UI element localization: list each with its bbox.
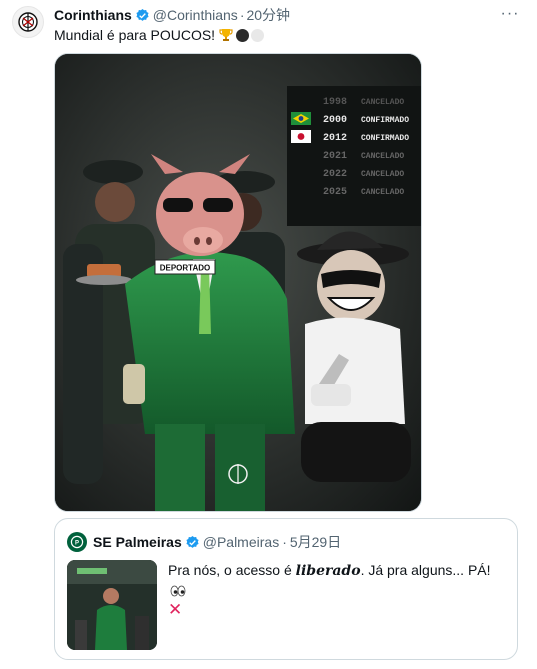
quoted-author-handle[interactable]: @Palmeiras [203,534,279,550]
svg-text:2025: 2025 [323,187,347,198]
svg-text:DEPORTADO: DEPORTADO [160,264,211,273]
tweet-header: Corinthians @Corinthians · 20分钟 [54,5,290,25]
quoted-text-after: . Já pra alguns... PÁ! [360,562,491,578]
tweet-media-image[interactable]: 1998 CANCELADO 2000 CONFIRMADO 2012 CONF… [54,53,422,512]
palmeiras-avatar[interactable]: P [67,532,87,552]
corinthians-crest-icon [18,12,38,32]
cross-mark-emoji-icon: ✕ [168,600,183,619]
svg-text:2012: 2012 [323,133,347,144]
svg-text:2022: 2022 [323,169,347,180]
svg-text:CANCELADO: CANCELADO [361,152,404,161]
quoted-tweet[interactable]: P SE Palmeiras @Palmeiras · 5月29日 Pra nó… [54,518,518,660]
eyes-emoji-icon [170,585,186,597]
author-handle[interactable]: @Corinthians [153,7,238,23]
svg-text:CANCELADO: CANCELADO [361,170,404,179]
svg-text:CONFIRMADO: CONFIRMADO [361,134,409,143]
svg-text:2000: 2000 [323,115,347,126]
quoted-author-name[interactable]: SE Palmeiras [93,534,182,550]
svg-text:CONFIRMADO: CONFIRMADO [361,116,409,125]
quoted-verified-badge-icon [185,535,200,550]
svg-text:2021: 2021 [323,151,347,162]
quoted-tweet-thumbnail[interactable] [67,560,157,650]
verified-badge-icon [135,8,150,23]
svg-text:1998: 1998 [323,97,347,108]
quoted-tweet-header: P SE Palmeiras @Palmeiras · 5月29日 [67,532,341,552]
white-circle-emoji-icon [251,28,265,42]
tweet-body: Mundial é para POUCOS! [54,27,216,43]
more-options-icon[interactable]: ··· [499,5,521,23]
quoted-text-emphasis: liberado [295,563,361,579]
quoted-tweet-date[interactable]: 5月29日 [290,532,341,552]
author-name[interactable]: Corinthians [54,7,132,23]
tweet-timestamp[interactable]: 20分钟 [246,5,290,25]
quoted-separator-dot: · [282,534,287,550]
quoted-tweet-text: Pra nós, o acesso é liberado. Já pra alg… [168,561,508,619]
trophy-emoji-icon [219,29,233,41]
svg-text:CANCELADO: CANCELADO [361,98,404,107]
black-circle-emoji-icon [236,28,250,42]
quoted-text-before: Pra nós, o acesso é [168,562,296,578]
palmeiras-crest-icon: P [70,535,84,549]
tweet-text: Mundial é para POUCOS! [54,25,265,45]
separator-dot: · [239,7,245,23]
avatar[interactable] [12,6,44,38]
svg-text:CANCELADO: CANCELADO [361,188,404,197]
svg-text:P: P [75,541,79,547]
